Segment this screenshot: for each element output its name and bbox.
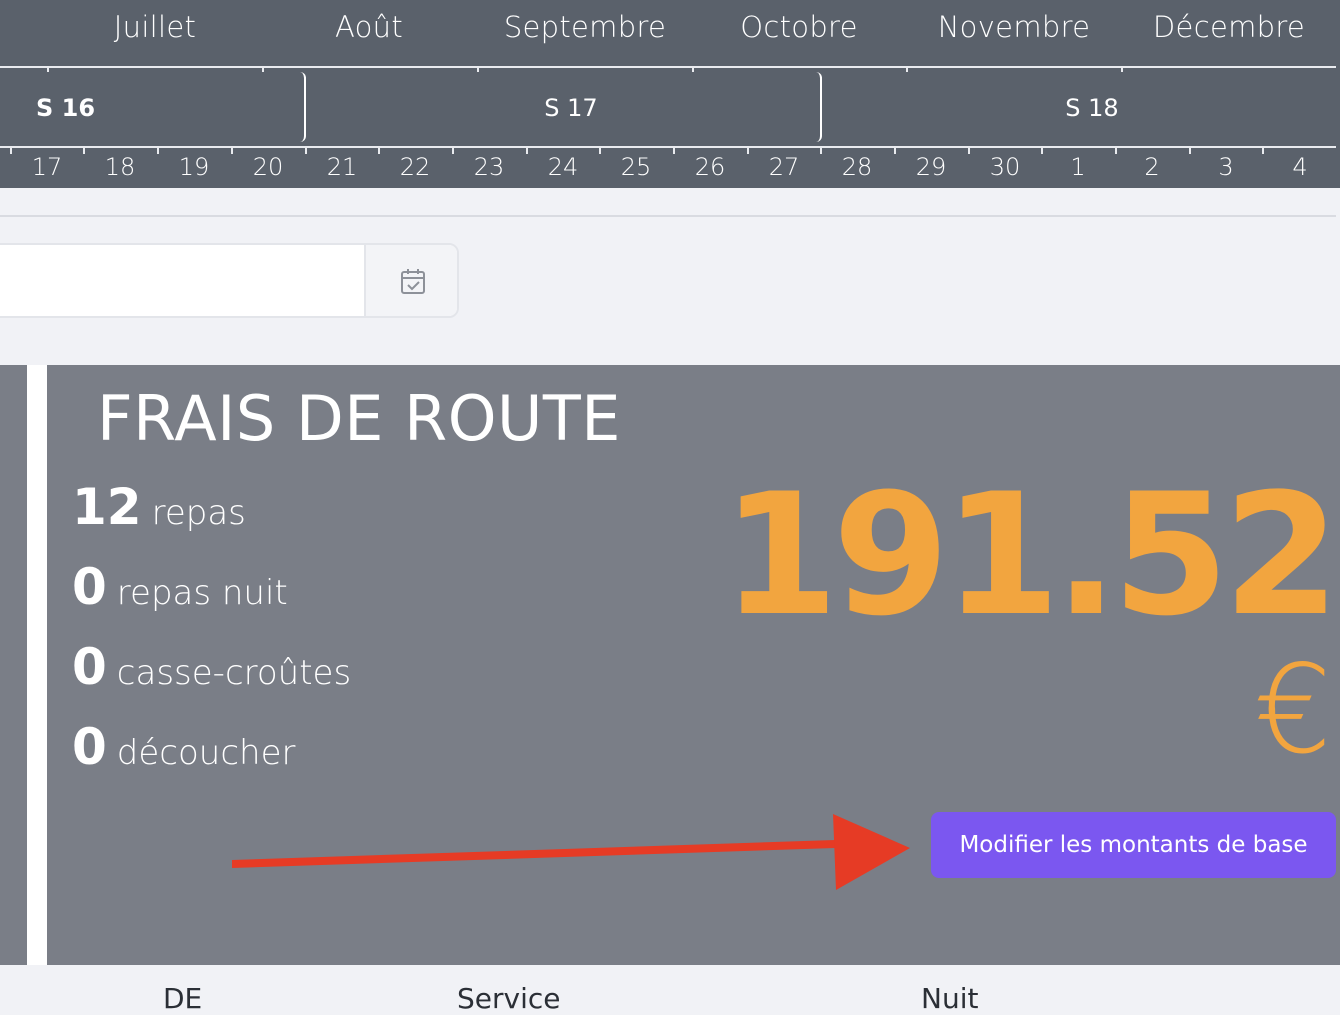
card-accent-bar <box>27 365 47 965</box>
day-cell[interactable]: 4 <box>1275 153 1325 181</box>
day-tick <box>673 148 675 154</box>
stat-label: découcher <box>116 733 296 773</box>
edit-base-amounts-button[interactable]: Modifier les montants de base <box>931 812 1336 878</box>
stat-label: repas nuit <box>116 573 288 613</box>
day-tick <box>599 148 601 154</box>
day-tick <box>526 148 528 154</box>
month-december[interactable]: Décembre <box>1122 10 1336 44</box>
day-tick <box>83 148 85 154</box>
day-cell[interactable]: 25 <box>611 153 661 181</box>
day-cell[interactable]: 18 <box>95 153 145 181</box>
day-tick <box>1041 148 1043 154</box>
day-tick <box>1189 148 1191 154</box>
day-cell[interactable]: 26 <box>685 153 735 181</box>
day-cell[interactable]: 30 <box>980 153 1030 181</box>
week-separator <box>810 72 822 142</box>
week-item[interactable]: S 17 <box>306 70 836 146</box>
day-tick <box>378 148 380 154</box>
day-cell[interactable]: 28 <box>832 153 882 181</box>
day-tick <box>231 148 233 154</box>
month-july[interactable]: Juillet <box>48 10 262 44</box>
day-cell[interactable]: 29 <box>906 153 956 181</box>
day-cell[interactable]: 2 <box>1127 153 1177 181</box>
date-field <box>0 243 459 318</box>
day-cell[interactable]: 24 <box>538 153 588 181</box>
calendar-header: Juillet Août Septembre Octobre Novembre … <box>0 0 1340 188</box>
date-input[interactable] <box>0 245 364 316</box>
stat-value: 0 <box>72 558 107 616</box>
day-tick <box>894 148 896 154</box>
day-cell[interactable]: 3 <box>1201 153 1251 181</box>
stat-casse-croutes: 0 casse-croûtes <box>72 638 351 696</box>
month-august[interactable]: Août <box>262 10 476 44</box>
month-november[interactable]: Novembre <box>907 10 1121 44</box>
stat-repas-nuit: 0 repas nuit <box>72 558 288 616</box>
day-cell[interactable]: 22 <box>390 153 440 181</box>
annotation-arrow-icon <box>232 814 910 890</box>
day-tick <box>747 148 749 154</box>
day-tick <box>10 148 12 154</box>
total-amount: 191.52 <box>721 457 1340 653</box>
calendar-picker-button[interactable] <box>364 245 457 316</box>
stat-value: 12 <box>72 478 142 536</box>
day-cell[interactable]: 20 <box>243 153 293 181</box>
day-tick <box>968 148 970 154</box>
day-cell[interactable]: 19 <box>169 153 219 181</box>
column-header-nuit[interactable]: Nuit <box>921 982 978 1015</box>
day-cell[interactable]: 23 <box>464 153 514 181</box>
day-cell[interactable]: 27 <box>759 153 809 181</box>
currency-symbol: € <box>1254 639 1332 781</box>
column-header-de[interactable]: DE <box>163 982 202 1015</box>
section-divider <box>0 215 1336 217</box>
day-tick <box>1262 148 1264 154</box>
day-tick <box>1115 148 1117 154</box>
stat-repas: 12 repas <box>72 478 246 536</box>
stat-label: casse-croûtes <box>116 653 352 693</box>
month-row: Juillet Août Septembre Octobre Novembre … <box>0 0 1340 72</box>
day-tick <box>157 148 159 154</box>
calendar-check-icon <box>400 268 425 294</box>
card-title: FRAIS DE ROUTE <box>97 382 621 455</box>
week-separator <box>294 72 306 142</box>
month-september[interactable]: Septembre <box>478 10 692 44</box>
month-divider <box>0 66 1336 68</box>
stat-value: 0 <box>72 638 107 696</box>
column-header-service[interactable]: Service <box>457 982 560 1015</box>
day-row: 17 18 19 20 21 22 23 24 25 26 27 28 29 3… <box>0 148 1340 188</box>
week-item[interactable]: S 18 <box>822 70 1340 146</box>
stat-label: repas <box>151 493 246 533</box>
month-october[interactable]: Octobre <box>692 10 906 44</box>
week-current[interactable]: S 16 <box>0 70 300 146</box>
day-cell[interactable]: 1 <box>1053 153 1103 181</box>
day-tick <box>820 148 822 154</box>
day-cell[interactable]: 17 <box>22 153 72 181</box>
week-row: S 16 S 17 S 18 <box>0 70 1340 146</box>
day-tick <box>305 148 307 154</box>
stat-decoucher: 0 découcher <box>72 718 295 776</box>
day-cell[interactable]: 21 <box>317 153 367 181</box>
day-tick <box>452 148 454 154</box>
stat-value: 0 <box>72 718 107 776</box>
